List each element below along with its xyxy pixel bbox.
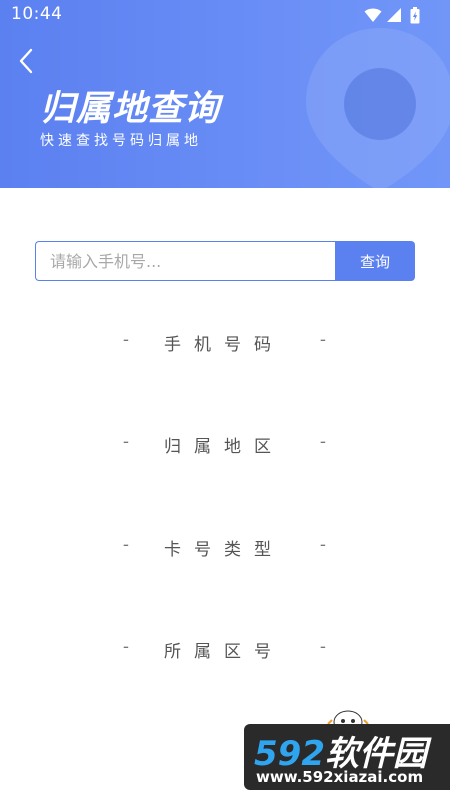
status-time: 10:44 <box>11 4 63 24</box>
result-region: - 归属地区 - <box>0 432 450 457</box>
signal-icon <box>387 8 401 22</box>
chevron-left-icon <box>19 48 33 74</box>
result-phone-number: - 手机号码 - <box>0 330 450 355</box>
page-subtitle: 快速查找号码归属地 <box>40 133 202 149</box>
result-card-type: - 卡号类型 - <box>0 535 450 560</box>
status-bar: 10:44 <box>0 0 450 30</box>
dash-right: - <box>319 535 327 555</box>
dash-right: - <box>319 432 327 452</box>
dash-right: - <box>319 637 327 657</box>
query-button[interactable]: 查询 <box>335 241 415 281</box>
page-title: 归属地查询 <box>40 89 221 129</box>
result-label: 所属区号 <box>164 642 284 662</box>
watermark-url: www.592xiazai.com <box>256 768 424 786</box>
result-label: 归属地区 <box>164 437 284 457</box>
result-area-code: - 所属区号 - <box>0 637 450 662</box>
dash-right: - <box>319 330 327 350</box>
header-banner: 10:44 归属地查询 快速查找号码归属地 <box>0 0 450 188</box>
watermark-banner: 592软件园 www.592xiazai.com <box>244 724 450 790</box>
phone-number-input[interactable] <box>35 241 335 281</box>
battery-icon <box>410 7 420 24</box>
dash-left: - <box>122 432 130 452</box>
result-label: 卡号类型 <box>164 540 284 560</box>
dash-left: - <box>122 330 130 350</box>
dash-left: - <box>122 535 130 555</box>
back-button[interactable] <box>16 46 38 76</box>
site-watermark: 592软件园 www.592xiazai.com <box>244 706 450 800</box>
result-label: 手机号码 <box>164 335 284 355</box>
wifi-icon <box>364 8 382 22</box>
location-pin-icon <box>306 28 450 188</box>
dash-left: - <box>122 637 130 657</box>
search-bar: 查询 <box>35 241 415 281</box>
